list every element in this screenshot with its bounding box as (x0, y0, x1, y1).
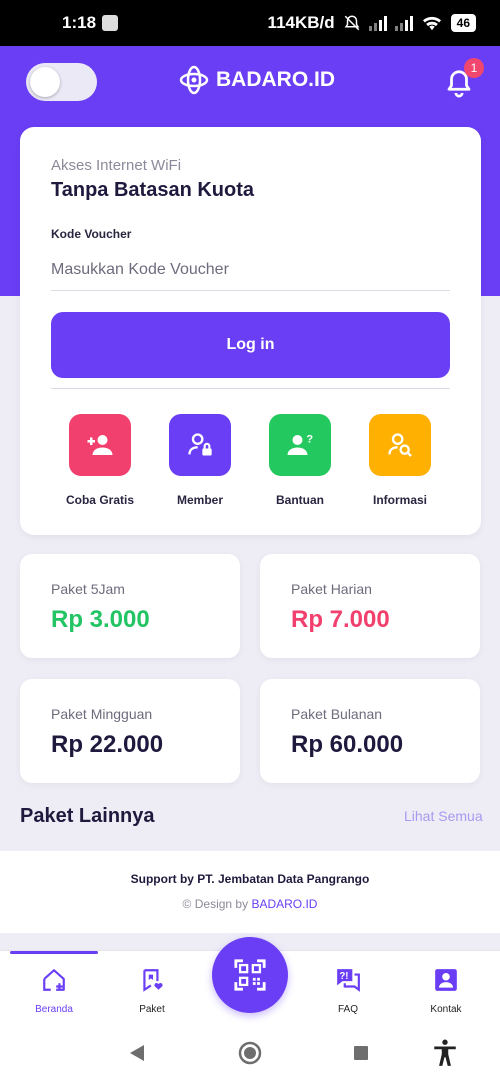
nav-kontak[interactable]: Kontak (406, 967, 486, 1015)
svg-text:?: ? (306, 434, 313, 446)
user-lock-icon (169, 414, 231, 476)
action-informasi[interactable]: Informasi (350, 414, 450, 507)
support-text: Support by PT. Jembatan Data Pangrango (130, 872, 370, 886)
action-label: Coba Gratis (65, 493, 134, 507)
action-label: Informasi (372, 493, 427, 507)
home-plus-icon (43, 969, 65, 991)
package-card-mingguan[interactable]: Paket Mingguan Rp 22.000 (20, 679, 240, 783)
package-price: Rp 60.000 (291, 731, 404, 758)
brand-name: BADARO.ID (216, 68, 335, 91)
nav-label: Kontak (430, 1004, 462, 1015)
card-title: Tanpa Batasan Kuota (51, 179, 254, 201)
brand-logo: BADARO.ID (178, 64, 335, 96)
nav-paket[interactable]: Paket (112, 967, 192, 1015)
more-packages-title: Paket Lainnya (20, 805, 155, 827)
svg-text:?!: ?! (339, 971, 348, 982)
package-name: Paket Harian (291, 581, 372, 597)
action-member[interactable]: Member (150, 414, 250, 507)
package-price: Rp 3.000 (51, 606, 150, 633)
package-name: Paket Mingguan (51, 706, 153, 722)
user-question-icon: ? (269, 414, 331, 476)
voucher-input[interactable] (51, 249, 450, 291)
notification-square-icon (102, 15, 119, 31)
faq-chat-icon: ?! (337, 969, 360, 992)
net-speed: 114KB/d (267, 13, 335, 32)
package-card-bulanan[interactable]: Paket Bulanan Rp 60.000 (260, 679, 480, 783)
footer: Support by PT. Jembatan Data Pangrango ©… (0, 851, 500, 933)
login-button[interactable]: Log in (51, 312, 450, 378)
action-bantuan[interactable]: ? Bantuan (250, 414, 350, 507)
see-all-link[interactable]: Lihat Semua (404, 808, 483, 824)
package-card-harian[interactable]: Paket Harian Rp 7.000 (260, 554, 480, 658)
card-subtitle: Akses Internet WiFi (51, 157, 182, 174)
nav-label: Beranda (35, 1004, 73, 1015)
user-plus-icon (69, 414, 131, 476)
bookmark-heart-icon (143, 969, 163, 992)
design-brand-link[interactable]: BADARO.ID (251, 897, 317, 911)
package-price: Rp 22.000 (51, 731, 164, 758)
package-card-5jam[interactable]: Paket 5Jam Rp 3.000 (20, 554, 240, 658)
package-name: Paket 5Jam (51, 581, 125, 597)
accessibility-icon[interactable] (432, 1039, 458, 1067)
action-coba-gratis[interactable]: Coba Gratis (50, 414, 150, 507)
qr-code-icon (234, 959, 266, 991)
qr-scan-button[interactable] (212, 937, 288, 1013)
wifi-icon (422, 16, 441, 31)
package-price: Rp 7.000 (291, 606, 390, 633)
recents-icon[interactable] (353, 1045, 369, 1061)
atom-logo-icon (179, 65, 209, 95)
home-circle-icon[interactable] (238, 1041, 262, 1065)
status-bar: 1:18 114KB/d 46 (0, 0, 500, 46)
notification-badge: 1 (464, 58, 484, 78)
divider (51, 388, 450, 389)
nav-beranda[interactable]: Beranda (14, 967, 94, 1015)
package-name: Paket Bulanan (291, 706, 383, 722)
voucher-label: Kode Voucher (51, 227, 132, 241)
status-time: 1:18 (62, 13, 97, 32)
nav-label: FAQ (337, 1004, 358, 1015)
nav-faq[interactable]: ?! FAQ (308, 967, 388, 1015)
design-credit: © Design by BADARO.ID (0, 897, 500, 911)
theme-toggle[interactable] (26, 63, 97, 101)
action-label: Member (176, 493, 223, 507)
battery-icon: 46 (450, 14, 476, 32)
system-nav-bar (0, 1024, 500, 1083)
design-prefix: © Design by (182, 897, 249, 911)
toggle-knob (30, 67, 60, 97)
action-label: Bantuan (276, 493, 324, 507)
login-card: Akses Internet WiFi Tanpa Batasan Kuota … (20, 127, 481, 535)
contact-card-icon (435, 969, 457, 991)
signal-icon (368, 15, 387, 31)
mute-bell-icon (344, 15, 360, 31)
active-indicator (10, 951, 98, 954)
user-search-icon (369, 414, 431, 476)
signal-icon-2 (394, 15, 413, 31)
nav-label: Paket (139, 1004, 165, 1015)
back-icon[interactable] (128, 1044, 146, 1062)
